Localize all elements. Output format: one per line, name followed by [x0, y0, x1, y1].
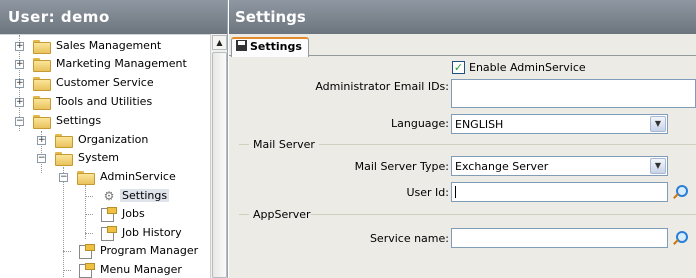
mail-server-type-value: Exchange Server [455, 160, 549, 173]
panel-title: Settings [229, 0, 696, 34]
user-id-field[interactable] [451, 182, 668, 202]
folder-open-icon [55, 152, 73, 166]
tab-settings[interactable]: Settings [231, 37, 309, 57]
tree-item-label: Sales Management [56, 39, 162, 52]
tree-item-settings[interactable]: − Settings [0, 112, 210, 130]
tree-line [63, 270, 71, 271]
folder-open-icon [77, 171, 95, 185]
scrollbar-thumb[interactable] [212, 52, 227, 278]
enable-adminservice-label: Enable AdminService [469, 61, 586, 74]
language-label: Language: [391, 117, 449, 130]
collapse-icon[interactable]: − [37, 154, 46, 163]
document-icon [77, 244, 95, 259]
folder-icon [33, 77, 51, 91]
chevron-down-icon[interactable]: ▼ [650, 158, 666, 174]
tree-item-jobs[interactable]: Jobs [0, 205, 210, 223]
text-cursor [455, 186, 456, 198]
settings-form: ✓ Enable AdminService Administrator Emai… [229, 57, 696, 278]
section-divider [239, 214, 249, 215]
user-id-label: User Id: [406, 186, 449, 199]
mail-server-type-select[interactable]: Exchange Server ▼ [451, 156, 668, 176]
tree-item-label: AdminService [100, 170, 176, 183]
language-select[interactable]: ENGLISH ▼ [451, 114, 668, 134]
document-icon [99, 207, 117, 222]
document-icon [77, 263, 95, 278]
tree-item-program-manager[interactable]: Program Manager [0, 242, 210, 260]
expand-icon[interactable]: + [15, 79, 24, 88]
tab-label: Settings [250, 40, 302, 53]
admin-email-label: Administrator Email IDs: [315, 80, 449, 93]
magnifier-icon[interactable] [671, 230, 688, 246]
section-divider [239, 144, 249, 145]
chevron-down-icon[interactable]: ▼ [650, 116, 666, 132]
collapse-icon[interactable]: − [59, 173, 68, 182]
tree-item-job-history[interactable]: Job History [0, 224, 210, 242]
user-header: User: demo [0, 0, 227, 34]
tree-item-marketing-management[interactable]: + Marketing Management [0, 55, 210, 73]
tree-item-tools-and-utilities[interactable]: + Tools and Utilities [0, 93, 210, 111]
tree-item-sales-management[interactable]: + Sales Management [0, 37, 210, 55]
section-divider [311, 214, 696, 215]
document-icon [99, 226, 117, 241]
service-name-label: Service name: [369, 232, 449, 245]
gear-icon: ⚙ [103, 189, 115, 203]
folder-icon [33, 96, 51, 110]
service-name-field[interactable] [451, 228, 668, 248]
navigation-tree: + Sales Management + Marketing Managemen… [0, 34, 210, 278]
tree-item-label: Settings [56, 114, 102, 127]
arrow-up-icon[interactable]: ▲ [212, 35, 227, 50]
tree-item-label: Customer Service [56, 76, 154, 89]
tree-scrollbar[interactable]: ▲ [210, 34, 227, 278]
magnifier-icon[interactable] [671, 184, 688, 200]
tree-item-label: System [78, 151, 120, 164]
expand-icon[interactable]: + [37, 136, 46, 145]
tree-item-label: Jobs [122, 207, 145, 220]
tree-line [85, 233, 93, 234]
tree-item-adminservice[interactable]: − AdminService [0, 168, 210, 186]
tree-item-label: Organization [78, 133, 149, 146]
mail-server-type-label: Mail Server Type: [354, 160, 449, 173]
navigation-panel: User: demo + Sales Management + Marketin… [0, 0, 228, 278]
tree-item-label: Menu Manager [100, 263, 182, 276]
enable-adminservice-checkbox[interactable]: ✓ [452, 61, 465, 74]
admin-email-field[interactable] [451, 79, 696, 108]
folder-icon [33, 40, 51, 54]
appserver-section: AppServer [239, 208, 696, 221]
appserver-heading: AppServer [253, 208, 311, 221]
tree-item-organization[interactable]: + Organization [0, 131, 210, 149]
expand-icon[interactable]: + [15, 98, 24, 107]
tree-item-label: Program Manager [100, 244, 199, 257]
tree-item-customer-service[interactable]: + Customer Service [0, 74, 210, 92]
collapse-icon[interactable]: − [15, 117, 24, 126]
save-icon [236, 40, 247, 51]
folder-open-icon [33, 115, 51, 129]
expand-icon[interactable]: + [15, 60, 24, 69]
settings-panel: Settings Settings ✓ Enable AdminService … [229, 0, 696, 278]
tree-item-label: Marketing Management [56, 57, 187, 70]
mail-server-section: Mail Server [239, 138, 696, 151]
tree-item-menu-manager[interactable]: Menu Manager [0, 261, 210, 278]
tree-line [63, 251, 71, 252]
tree-line [85, 214, 93, 215]
folder-icon [55, 134, 73, 148]
tree-item-label: Tools and Utilities [56, 95, 153, 108]
mail-server-heading: Mail Server [253, 138, 315, 151]
tree-item-system[interactable]: − System [0, 149, 210, 167]
section-divider [319, 144, 696, 145]
expand-icon[interactable]: + [15, 42, 24, 51]
tree-item-label: Settings [120, 189, 170, 202]
folder-icon [33, 58, 51, 72]
language-value: ENGLISH [455, 118, 504, 131]
tree-item-label: Job History [122, 226, 182, 239]
tab-strip: Settings [229, 34, 696, 57]
tree-line [85, 196, 93, 197]
tree-item-adminservice-settings[interactable]: ⚙ Settings [0, 187, 210, 205]
